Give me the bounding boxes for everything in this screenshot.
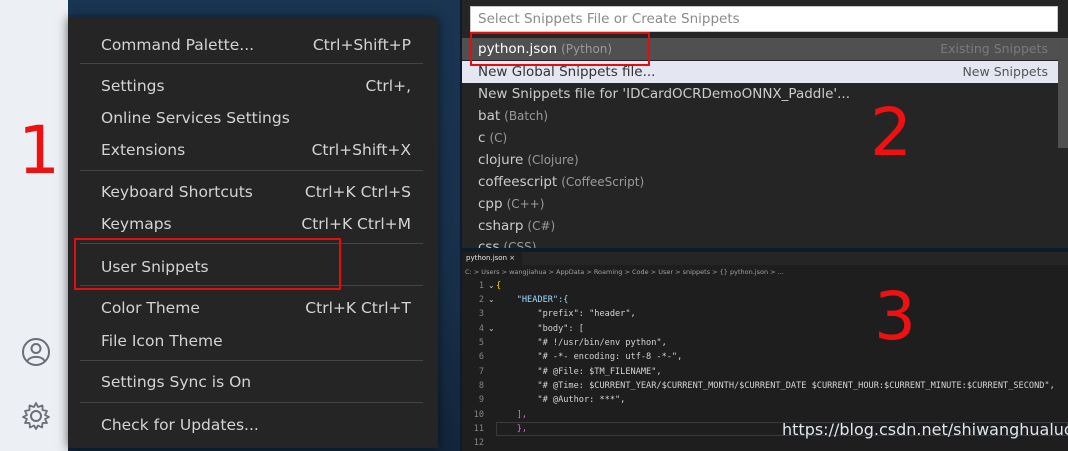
quickpick-row-bat[interactable]: bat (Batch) xyxy=(462,105,1058,127)
menu-separator xyxy=(80,63,423,64)
line-number: 10 xyxy=(473,410,484,420)
menu-item-file-icon-theme[interactable]: File Icon Theme xyxy=(101,327,411,355)
line-number: 11 xyxy=(473,424,484,434)
menu-separator xyxy=(80,360,423,361)
gear-icon[interactable] xyxy=(20,400,52,432)
code-line[interactable]: "# @Time: $CURRENT_YEAR/$CURRENT_MONTH/$… xyxy=(496,379,1068,393)
menu-item-check-for-updates[interactable]: Check for Updates... xyxy=(101,411,411,439)
menu-item-command-palette[interactable]: Command Palette... Ctrl+Shift+P xyxy=(101,31,411,59)
watermark-url: https://blog.csdn.net/shiwanghualuo xyxy=(782,420,1068,439)
line-number: 8 xyxy=(478,381,484,391)
quickpick-row-new-workspace-snippets[interactable]: New Snippets file for 'IDCardOCRDemoONNX… xyxy=(462,83,1058,105)
activity-bar xyxy=(0,0,68,451)
quickpick-row-cpp[interactable]: cpp (C++) xyxy=(462,193,1058,215)
menu-item-color-theme[interactable]: Color Theme Ctrl+K Ctrl+T xyxy=(101,294,411,322)
line-number: 7 xyxy=(478,367,484,377)
quickpick-row-c[interactable]: c (C) xyxy=(462,127,1058,149)
manage-context-menu: Command Palette... Ctrl+Shift+P Settings C… xyxy=(68,18,438,448)
line-number: 6 xyxy=(478,352,484,362)
code-line[interactable]: "HEADER":{ xyxy=(496,293,1068,307)
line-number: 1 xyxy=(478,281,484,291)
highlight-box-python-json xyxy=(470,32,650,66)
menu-item-keyboard-shortcuts[interactable]: Keyboard Shortcuts Ctrl+K Ctrl+S xyxy=(101,178,411,206)
menu-separator xyxy=(80,170,423,171)
snippets-quickpick-input[interactable]: Select Snippets File or Create Snippets xyxy=(470,6,1058,32)
code-line[interactable]: "prefix": "header", xyxy=(496,307,1068,321)
annotation-number-2: 2 xyxy=(870,94,912,171)
line-number: 5 xyxy=(478,338,484,348)
code-line[interactable]: "body": [ xyxy=(496,322,1068,336)
breadcrumb[interactable]: C: > Users > wangjiahua > AppData > Roam… xyxy=(462,267,1068,278)
code-line[interactable]: { xyxy=(496,279,1068,293)
quickpick-row-coffeescript[interactable]: coffeescript (CoffeeScript) xyxy=(462,171,1058,193)
line-number: 12 xyxy=(473,438,484,448)
annotation-number-1: 1 xyxy=(18,112,60,189)
menu-separator xyxy=(80,402,423,403)
highlight-box-user-snippets xyxy=(74,238,341,290)
line-number: 4 xyxy=(478,324,484,334)
close-icon[interactable]: × xyxy=(509,254,515,262)
menu-item-online-services-settings[interactable]: Online Services Settings xyxy=(101,104,411,132)
panel-3-editor: python.json × C: > Users > wangjiahua > … xyxy=(462,252,1068,451)
line-number: 2 xyxy=(478,295,484,305)
panel-1: 1 Command Palette... Ctrl+Shift+P Setting… xyxy=(0,0,460,451)
annotation-number-3: 3 xyxy=(874,278,916,355)
code-line[interactable]: "# -*- encoding: utf-8 -*-", xyxy=(496,350,1068,364)
code-line[interactable]: "# @File: $TM_FILENAME", xyxy=(496,365,1068,379)
code-line[interactable]: "# !/usr/bin/env python", xyxy=(496,336,1068,350)
menu-item-keymaps[interactable]: Keymaps Ctrl+K Ctrl+M xyxy=(101,210,411,238)
quickpick-row-csharp[interactable]: csharp (C#) xyxy=(462,215,1058,237)
line-number: 9 xyxy=(478,395,484,405)
menu-item-settings[interactable]: Settings Ctrl+, xyxy=(101,72,411,100)
quickpick-row-clojure[interactable]: clojure (Clojure) xyxy=(462,149,1058,171)
quickpick-scrollbar[interactable] xyxy=(1058,38,1068,148)
tab-python-json[interactable]: python.json × xyxy=(462,252,522,265)
quickpick-row-css[interactable]: css (CSS) xyxy=(462,236,1058,248)
code-line[interactable]: "# @Author: ***", xyxy=(496,393,1068,407)
line-number: 3 xyxy=(478,309,484,319)
panel-2-snippets-quickpick: Select Snippets File or Create Snippets … xyxy=(462,0,1068,248)
menu-item-settings-sync[interactable]: Settings Sync is On xyxy=(101,368,411,396)
account-icon[interactable] xyxy=(20,336,52,368)
editor-tab-bar: python.json × xyxy=(462,252,1068,265)
menu-item-extensions[interactable]: Extensions Ctrl+Shift+X xyxy=(101,136,411,164)
